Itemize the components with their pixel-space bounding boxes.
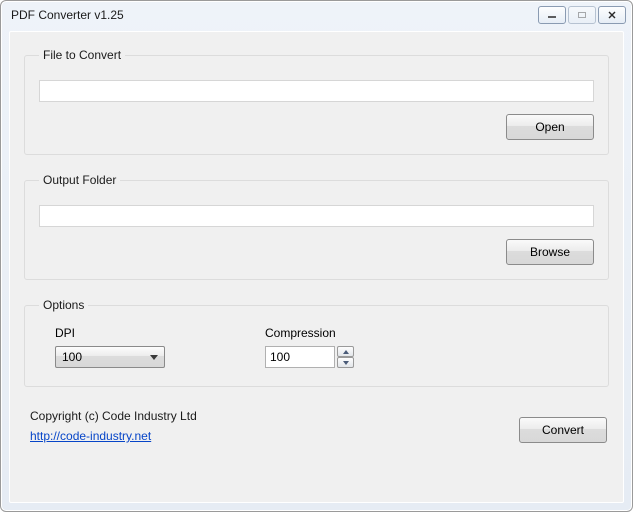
output-folder-legend: Output Folder [39,173,120,187]
window-title: PDF Converter v1.25 [11,8,536,22]
chevron-up-icon [343,350,349,354]
dpi-value: 100 [62,350,82,364]
output-folder-group: Output Folder Browse [24,173,609,280]
close-icon [607,11,617,19]
titlebar: PDF Converter v1.25 [1,1,632,29]
file-path-input[interactable] [39,80,594,102]
close-button[interactable] [598,6,626,24]
file-to-convert-group: File to Convert Open [24,48,609,155]
copyright-text: Copyright (c) Code Industry Ltd [30,409,197,423]
minimize-button[interactable] [538,6,566,24]
open-button[interactable]: Open [506,114,594,140]
options-legend: Options [39,298,88,312]
minimize-icon [547,11,557,19]
convert-button[interactable]: Convert [519,417,607,443]
maximize-icon [577,11,587,19]
dpi-combo[interactable]: 100 [55,346,165,368]
compression-option: Compression [265,326,354,368]
options-group: Options DPI 100 Compression [24,298,609,387]
app-window: PDF Converter v1.25 File to Convert Open… [0,0,633,512]
compression-step-up[interactable] [337,346,354,357]
browse-button[interactable]: Browse [506,239,594,265]
chevron-down-icon [343,361,349,365]
website-link[interactable]: http://code-industry.net [30,429,197,443]
dpi-label: DPI [55,326,165,340]
file-to-convert-legend: File to Convert [39,48,125,62]
compression-input[interactable] [265,346,335,368]
output-folder-input[interactable] [39,205,594,227]
dpi-option: DPI 100 [55,326,165,368]
compression-step-down[interactable] [337,357,354,368]
compression-label: Compression [265,326,354,340]
footer: Copyright (c) Code Industry Ltd http://c… [24,409,609,445]
window-controls [536,6,626,24]
maximize-button [568,6,596,24]
client-area: File to Convert Open Output Folder Brows… [9,31,624,503]
chevron-down-icon [150,355,158,360]
